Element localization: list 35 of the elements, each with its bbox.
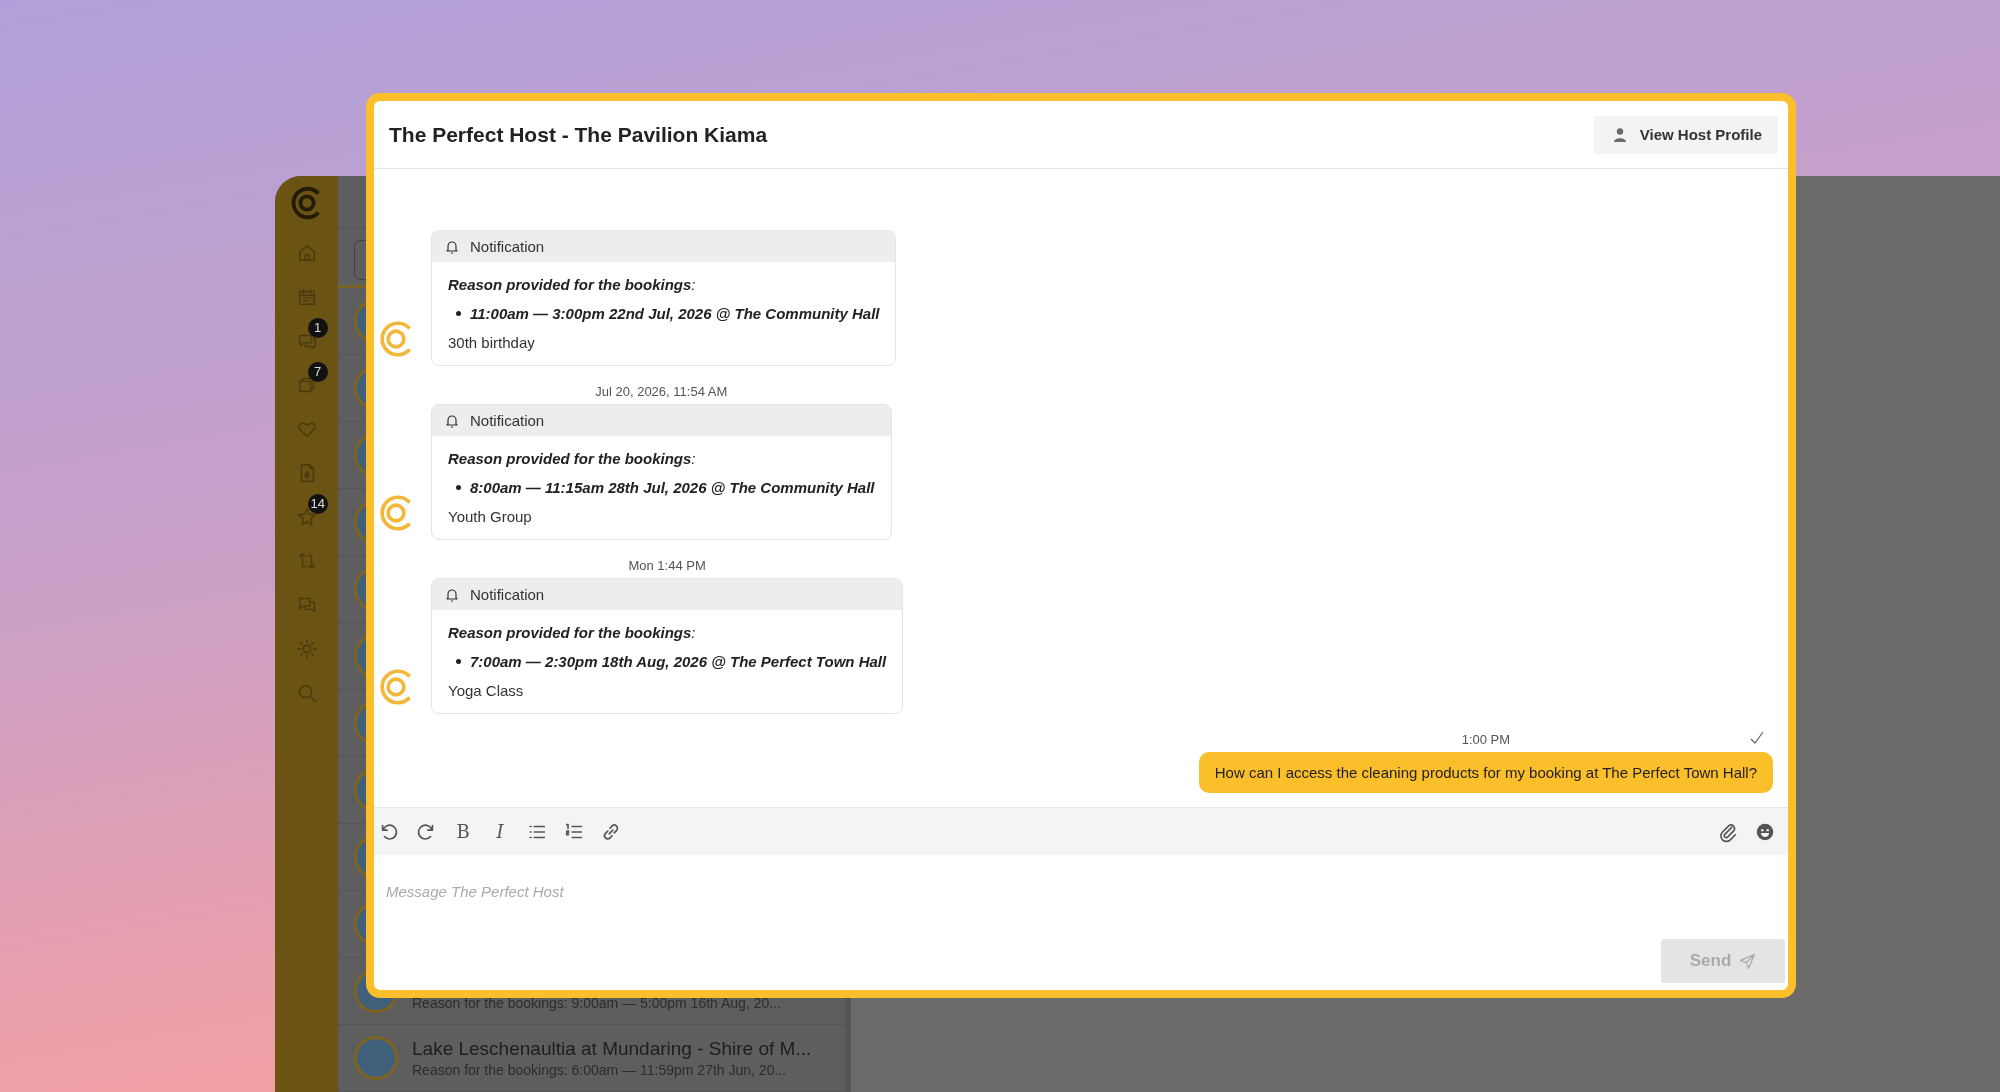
star-icon[interactable] bbox=[295, 506, 318, 528]
booking-detail: 8:00am — 11:15am 28th Jul, 2026 @ The Community Hall bbox=[470, 479, 875, 496]
avatar bbox=[354, 1036, 398, 1080]
notification-label: Notification bbox=[470, 586, 545, 603]
person-icon bbox=[1611, 126, 1628, 143]
notification-label: Notification bbox=[470, 412, 545, 429]
count-badge: 1 bbox=[307, 318, 328, 338]
reason-heading: Reason provided for the bookings: bbox=[448, 450, 697, 467]
reason-heading: Reason provided for the bookings: bbox=[448, 276, 697, 293]
booking-detail: 11:00am — 3:00pm 22nd Jul, 2026 @ The Community Hall bbox=[470, 305, 880, 322]
settings-icon[interactable] bbox=[295, 638, 318, 660]
reason-heading: Reason provided for the bookings: bbox=[448, 624, 697, 641]
bullet-icon bbox=[456, 659, 461, 664]
dialog-title: The Perfect Host - The Pavilion Kiama bbox=[389, 122, 768, 147]
message-timestamp: Jul 20, 2026, 11:54 AM bbox=[594, 384, 729, 399]
booking-reason: 30th birthday bbox=[448, 334, 536, 351]
send-icon bbox=[1739, 952, 1757, 970]
booking-reason: Youth Group bbox=[448, 508, 533, 525]
view-profile-button[interactable]: View Host Profile bbox=[1593, 115, 1778, 154]
count-badge: 7 bbox=[307, 362, 328, 382]
bell-icon bbox=[444, 412, 460, 429]
bell-icon bbox=[444, 586, 460, 603]
booking-detail: 7:00am — 2:30pm 18th Aug, 2026 @ The Perfect Town Hall bbox=[470, 653, 887, 670]
message-bubble: How can I access the cleaning products for my booking at The Perfect Town Hall? bbox=[1198, 752, 1773, 793]
count-badge: 14 bbox=[307, 494, 328, 514]
bullet-icon bbox=[456, 311, 461, 316]
message-timestamp: Mon 1:44 PM bbox=[627, 558, 707, 573]
message-field[interactable]: Message The Perfect Host bbox=[386, 855, 1785, 919]
italic-button[interactable]: I bbox=[489, 819, 511, 844]
message-timestamp: 1:00 PM bbox=[1461, 732, 1511, 747]
booking-reason: Yoga Class bbox=[448, 682, 525, 699]
bold-button[interactable]: B bbox=[452, 819, 474, 844]
bullet-icon bbox=[456, 485, 461, 490]
notification-label: Notification bbox=[470, 238, 545, 255]
bell-icon bbox=[444, 238, 460, 255]
